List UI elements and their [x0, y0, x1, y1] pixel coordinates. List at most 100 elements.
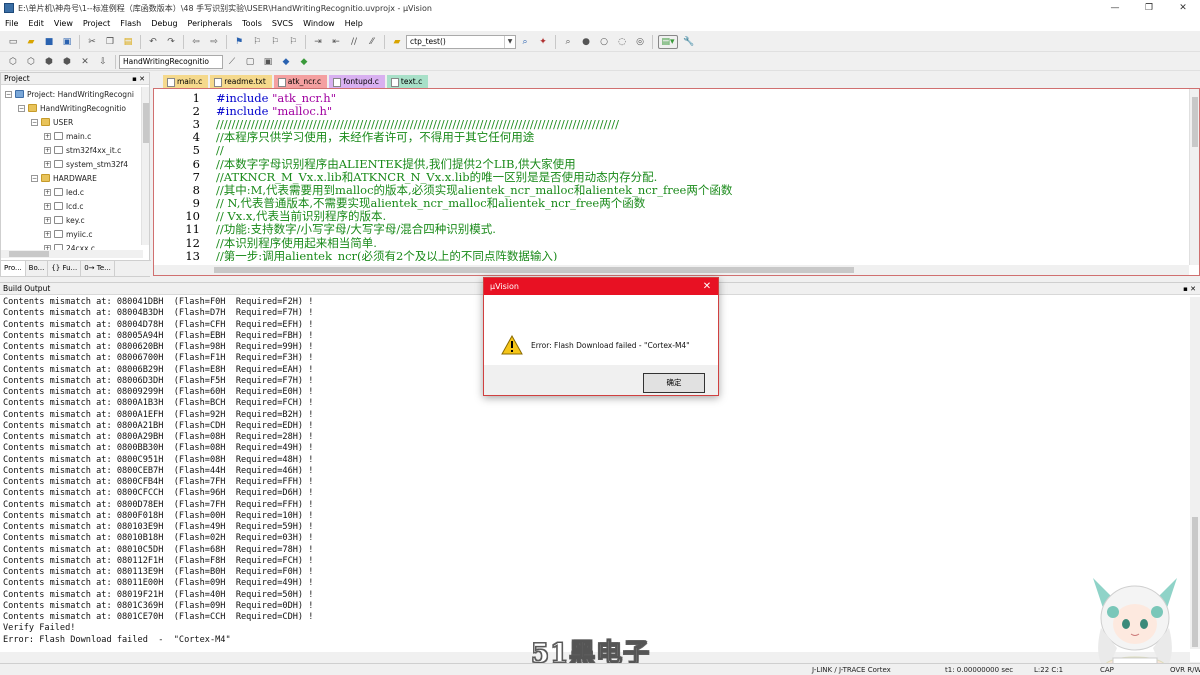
build-icon[interactable]: ⬡: [24, 55, 38, 69]
menu-svcs[interactable]: SVCS: [267, 16, 298, 31]
menu-flash[interactable]: Flash: [115, 16, 146, 31]
scroll-thumb[interactable]: [9, 251, 49, 257]
menu-edit[interactable]: Edit: [23, 16, 49, 31]
expand-icon[interactable]: +: [44, 188, 51, 196]
cut-icon[interactable]: ✂: [85, 35, 99, 49]
breakpoint-kill-icon[interactable]: ◎: [633, 35, 647, 49]
undo-icon[interactable]: ↶: [146, 35, 160, 49]
debug-start-icon[interactable]: ⌕: [561, 35, 575, 49]
translate-icon[interactable]: ⬡: [6, 55, 20, 69]
code-line[interactable]: 4 //本程序只供学习使用，未经作者许可，不得用于其它任何用途: [154, 130, 1189, 144]
expand-icon[interactable]: +: [44, 146, 51, 154]
nav-forward-icon[interactable]: ⇨: [207, 35, 221, 49]
tree-item[interactable]: + myiic.c: [1, 227, 149, 241]
configure-icon[interactable]: 🔧: [682, 35, 696, 49]
collapse-icon[interactable]: −: [18, 104, 25, 112]
editor-tab[interactable]: main.c: [163, 75, 209, 88]
code-line[interactable]: 13 //第一步:调用alientek_ncr(必须有2个及以上的不同点阵数据输入…: [154, 249, 1189, 261]
scroll-thumb[interactable]: [1192, 97, 1198, 147]
tree-item[interactable]: + lcd.c: [1, 199, 149, 213]
unindent-icon[interactable]: ⇤: [329, 35, 343, 49]
pin-close-icon[interactable]: ▪ ✕: [132, 73, 145, 85]
chevron-down-icon[interactable]: ▼: [504, 35, 515, 48]
open-folder-icon[interactable]: ▰: [24, 35, 38, 49]
nav-back-icon[interactable]: ⇦: [189, 35, 203, 49]
tree-item[interactable]: − Project: HandWritingRecogni: [1, 87, 149, 101]
find-icon[interactable]: ⌕: [518, 35, 532, 49]
collapse-icon[interactable]: −: [31, 174, 38, 182]
code-line[interactable]: 1 #include "atk_ncr.h": [154, 91, 1189, 105]
rebuild-icon[interactable]: ⬢: [42, 55, 56, 69]
tab-functions[interactable]: {} Fu...: [48, 261, 82, 276]
tree-item[interactable]: − USER: [1, 115, 149, 129]
collapse-icon[interactable]: −: [5, 90, 12, 98]
project-vertical-scrollbar[interactable]: [141, 87, 149, 245]
code-area[interactable]: 1 #include "atk_ncr.h" 2 #include "malloc.h…: [154, 91, 1189, 261]
tree-item[interactable]: + stm32f4xx_it.c: [1, 143, 149, 157]
scroll-thumb[interactable]: [143, 103, 149, 143]
code-line[interactable]: 2 #include "malloc.h": [154, 104, 1189, 118]
expand-icon[interactable]: +: [44, 216, 51, 224]
menu-peripherals[interactable]: Peripherals: [183, 16, 238, 31]
code-editor[interactable]: 1 #include "atk_ncr.h" 2 #include "malloc.h…: [153, 88, 1200, 276]
menu-window[interactable]: Window: [298, 16, 340, 31]
expand-icon[interactable]: +: [44, 160, 51, 168]
editor-horizontal-scrollbar[interactable]: [154, 265, 1189, 275]
expand-icon[interactable]: +: [44, 230, 51, 238]
stop-build-icon[interactable]: ✕: [78, 55, 92, 69]
tree-item[interactable]: − HARDWARE: [1, 171, 149, 185]
menu-project[interactable]: Project: [78, 16, 115, 31]
batch-build-icon[interactable]: ⬢: [60, 55, 74, 69]
editor-tab[interactable]: fontupd.c: [329, 75, 385, 88]
breakpoint-clear-icon[interactable]: ◌: [615, 35, 629, 49]
tree-item[interactable]: − HandWritingRecognitio: [1, 101, 149, 115]
tab-project[interactable]: Pro...: [1, 261, 26, 276]
menu-debug[interactable]: Debug: [146, 16, 182, 31]
ok-button[interactable]: 确定: [643, 373, 705, 393]
tab-templates[interactable]: 0→ Te...: [81, 261, 115, 276]
find-in-files-icon[interactable]: ▰: [390, 35, 404, 49]
run-time-env-icon[interactable]: ◆: [297, 55, 311, 69]
indent-icon[interactable]: ⇥: [311, 35, 325, 49]
tree-item[interactable]: + system_stm32f4: [1, 157, 149, 171]
menu-help[interactable]: Help: [340, 16, 368, 31]
tree-item[interactable]: + main.c: [1, 129, 149, 143]
redo-icon[interactable]: ↷: [164, 35, 178, 49]
new-file-icon[interactable]: ▭: [6, 35, 20, 49]
editor-vertical-scrollbar[interactable]: [1189, 89, 1199, 265]
minimize-button[interactable]: —: [1098, 0, 1132, 16]
expand-icon[interactable]: +: [44, 132, 51, 140]
download-icon[interactable]: ⇩: [96, 55, 110, 69]
close-button[interactable]: ✕: [1166, 0, 1200, 16]
tab-books[interactable]: Bo...: [26, 261, 49, 276]
clear-bookmarks-icon[interactable]: ⚐: [286, 35, 300, 49]
editor-tab[interactable]: atk_ncr.c: [273, 75, 328, 88]
window-layout-icon[interactable]: ▤▾: [658, 34, 678, 49]
tree-item[interactable]: + led.c: [1, 185, 149, 199]
project-horizontal-scrollbar[interactable]: [1, 250, 143, 258]
menu-tools[interactable]: Tools: [237, 16, 267, 31]
bookmark-icon[interactable]: ⚑: [232, 35, 246, 49]
breakpoint-icon[interactable]: ●: [579, 35, 593, 49]
menu-file[interactable]: File: [0, 16, 23, 31]
next-bookmark-icon[interactable]: ⚐: [268, 35, 282, 49]
editor-tab[interactable]: readme.txt: [210, 75, 272, 88]
find-combo[interactable]: ctp_test() ▼: [406, 34, 516, 49]
paste-icon[interactable]: ▤: [121, 35, 135, 49]
scroll-thumb[interactable]: [214, 267, 854, 273]
tree-item[interactable]: + key.c: [1, 213, 149, 227]
editor-tab[interactable]: text.c: [386, 75, 429, 88]
uncomment-icon[interactable]: ⁄⁄: [365, 35, 379, 49]
target-combo[interactable]: HandWritingRecognitio: [119, 54, 223, 69]
collapse-icon[interactable]: −: [31, 118, 38, 126]
pack-installer-icon[interactable]: ◆: [279, 55, 293, 69]
menu-view[interactable]: View: [49, 16, 78, 31]
file-extensions-icon[interactable]: ▢: [243, 55, 257, 69]
breakpoint-disable-icon[interactable]: ○: [597, 35, 611, 49]
copy-icon[interactable]: ❐: [103, 35, 117, 49]
pin-close-icon[interactable]: ▪ ✕: [1183, 283, 1196, 295]
target-options-icon[interactable]: ⟋: [225, 55, 239, 69]
maximize-button[interactable]: ❐: [1132, 0, 1166, 16]
save-all-icon[interactable]: ▣: [60, 35, 74, 49]
comment-icon[interactable]: //: [347, 35, 361, 49]
